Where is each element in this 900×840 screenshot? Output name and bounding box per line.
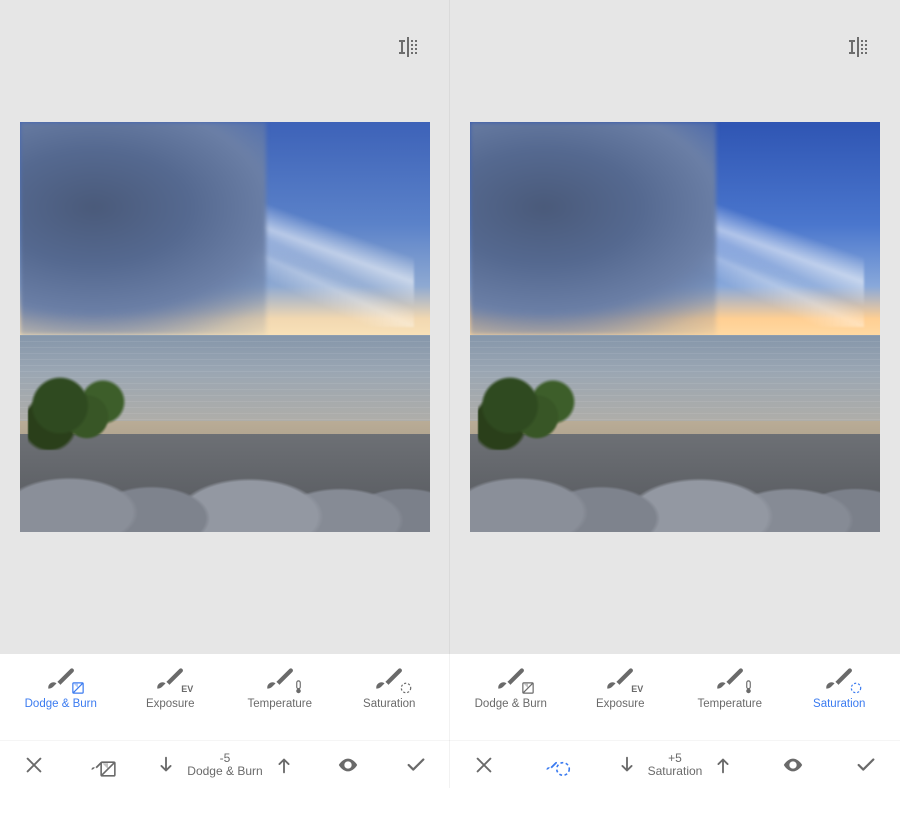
tool-saturation[interactable]: Saturation	[335, 664, 445, 710]
dodge-burn-badge-icon	[72, 682, 84, 694]
editor-panel-right: Dodge & Burn EV Exposure Temperature Sat…	[450, 0, 900, 788]
visibility-toggle[interactable]	[334, 751, 362, 779]
increase-button[interactable]	[273, 754, 295, 776]
visibility-toggle[interactable]	[779, 751, 807, 779]
brush-icon	[494, 664, 528, 692]
decrease-button[interactable]	[155, 754, 177, 776]
brush-tools-row: Dodge & Burn EV Exposure Temperature Sat…	[450, 654, 900, 740]
exposure-badge-icon: EV	[181, 684, 193, 694]
tool-label: Saturation	[813, 698, 865, 710]
temperature-badge-icon	[744, 680, 753, 694]
saturation-badge-icon	[850, 682, 862, 694]
tool-label: Dodge & Burn	[475, 698, 547, 710]
stepper-readout: +5 Saturation	[648, 752, 703, 777]
stepper-label: Saturation	[648, 765, 703, 778]
action-bar: -5 Dodge & Burn	[0, 740, 450, 788]
dodge-burn-badge-icon	[522, 682, 534, 694]
tool-saturation[interactable]: Saturation	[785, 664, 895, 710]
brush-icon	[372, 664, 406, 692]
brush-tools-row: Dodge & Burn EV Exposure Temperature Sat…	[0, 654, 450, 740]
brush-mode-icon[interactable]	[543, 751, 571, 779]
cancel-button[interactable]	[470, 751, 498, 779]
tool-dodge-burn[interactable]: Dodge & Burn	[6, 664, 116, 710]
value-stepper: +5 Saturation	[616, 752, 735, 777]
cancel-button[interactable]	[20, 751, 48, 779]
canvas-area	[0, 0, 450, 654]
increase-button[interactable]	[712, 754, 734, 776]
brush-icon	[713, 664, 747, 692]
tool-dodge-burn[interactable]: Dodge & Burn	[456, 664, 566, 710]
image-preview[interactable]	[470, 122, 880, 532]
decrease-button[interactable]	[616, 754, 638, 776]
saturation-badge-icon	[400, 682, 412, 694]
brush-icon: EV	[603, 664, 637, 692]
stepper-label: Dodge & Burn	[187, 765, 262, 778]
canvas-area	[450, 0, 900, 654]
tool-label: Dodge & Burn	[25, 698, 97, 710]
apply-button[interactable]	[852, 751, 880, 779]
compare-icon[interactable]	[396, 35, 420, 59]
editor-panel-left: Dodge & Burn EV Exposure Temperature Sat…	[0, 0, 450, 788]
brush-icon: EV	[153, 664, 187, 692]
tool-label: Saturation	[363, 698, 415, 710]
stepper-value: -5	[220, 752, 231, 765]
temperature-badge-icon	[294, 680, 303, 694]
image-preview[interactable]	[20, 122, 430, 532]
action-bar: +5 Saturation	[450, 740, 900, 788]
brush-icon	[263, 664, 297, 692]
brush-icon	[44, 664, 78, 692]
brush-mode-icon[interactable]	[88, 751, 116, 779]
apply-button[interactable]	[402, 751, 430, 779]
stepper-value: +5	[668, 752, 682, 765]
exposure-badge-icon: EV	[631, 684, 643, 694]
value-stepper: -5 Dodge & Burn	[155, 752, 294, 777]
stepper-readout: -5 Dodge & Burn	[187, 752, 262, 777]
brush-icon	[822, 664, 856, 692]
compare-icon[interactable]	[846, 35, 870, 59]
